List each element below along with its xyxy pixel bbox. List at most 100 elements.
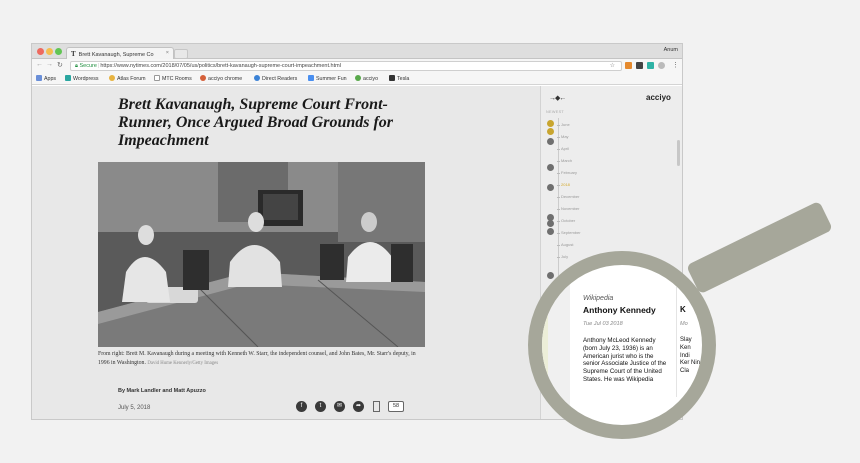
- meeting-photo-illustration: [98, 162, 425, 347]
- newest-label: NEWEST: [546, 110, 565, 114]
- timeline-label[interactable]: August: [561, 242, 573, 247]
- timeline-label[interactable]: June: [561, 122, 570, 127]
- timeline-tick: [557, 125, 560, 126]
- collapse-panel-icon[interactable]: →◆←: [549, 94, 566, 102]
- bookmark-acciyo[interactable]: acciyo: [355, 75, 378, 82]
- tab-close-icon[interactable]: ×: [166, 50, 169, 56]
- forward-icon[interactable]: →: [46, 61, 53, 68]
- timeline-tick: [557, 257, 560, 258]
- timeline-tick: [557, 233, 560, 234]
- nyt-favicon-icon: T: [71, 50, 76, 58]
- photo-credit: David Hume Kennerly/Getty Images: [147, 360, 219, 366]
- bookmark-apps[interactable]: Apps: [36, 75, 56, 82]
- apps-grid-icon: [36, 75, 42, 81]
- timeline-label[interactable]: December: [561, 194, 579, 199]
- timeline-tick: [557, 137, 560, 138]
- bookmark-acciyo-chrome[interactable]: acciyo chrome: [200, 75, 242, 82]
- acciyo-icon: [355, 75, 361, 81]
- globe-icon: [254, 75, 260, 81]
- browser-tab[interactable]: T Brett Kavanaugh, Supreme Co ×: [66, 47, 174, 59]
- extension-layers-icon[interactable]: [636, 62, 643, 69]
- article-byline: By Mark Landler and Matt Apuzzo: [118, 388, 206, 394]
- bookmark-direct-readers[interactable]: Direct Readers: [254, 75, 297, 82]
- timeline-article-dot[interactable]: [547, 128, 554, 135]
- bookmark-wordpress[interactable]: Wordpress: [65, 75, 99, 82]
- tab-title: Brett Kavanaugh, Supreme Co: [78, 52, 154, 58]
- timeline-article-dot[interactable]: [547, 164, 554, 171]
- card-summary: Anthony McLeod Kennedy (born July 23, 19…: [583, 337, 667, 383]
- timeline-label[interactable]: 2018: [561, 182, 570, 187]
- profile-name[interactable]: Anum: [664, 47, 678, 53]
- magnifier-lens: Wikipedia Anthony Kennedy Tue Jul 03 201…: [528, 251, 716, 439]
- acciyo-chrome-icon: [200, 75, 206, 81]
- page-icon: [154, 75, 160, 81]
- card-date: Tue Jul 03 2018: [583, 321, 623, 327]
- timeline-article-dot[interactable]: [547, 220, 554, 227]
- close-window-button[interactable]: [37, 48, 44, 55]
- extension-orange-icon[interactable]: [625, 62, 632, 69]
- photo-caption: From right: Brett M. Kavanaugh during a …: [98, 350, 428, 368]
- back-icon[interactable]: ←: [36, 61, 43, 68]
- bookmark-summer-fun[interactable]: Summer Fun: [308, 75, 347, 82]
- article-page: Brett Kavanaugh, Supreme Court Front-Run…: [32, 86, 540, 419]
- comments-button[interactable]: 58: [388, 401, 404, 412]
- bookmark-tesla[interactable]: Tesla: [389, 75, 409, 82]
- article-headline: Brett Kavanaugh, Supreme Court Front-Run…: [118, 96, 394, 149]
- new-tab-button[interactable]: [174, 49, 188, 59]
- timeline-tick: [557, 209, 560, 210]
- timeline-article-dot[interactable]: [547, 120, 554, 127]
- next-card-title: K: [680, 305, 686, 314]
- timeline-tick: [557, 197, 560, 198]
- extension-circle-icon[interactable]: [658, 62, 665, 69]
- timeline-label[interactable]: October: [561, 218, 575, 223]
- timeline-label[interactable]: September: [561, 230, 581, 235]
- timeline-label[interactable]: July: [561, 254, 568, 259]
- extension-teal-icon[interactable]: [647, 62, 654, 69]
- magnified-view: Wikipedia Anthony Kennedy Tue Jul 03 201…: [542, 265, 702, 425]
- timeline-article-dot[interactable]: [547, 184, 554, 191]
- caption-text: From right: Brett M. Kavanaugh during a …: [98, 351, 416, 366]
- menu-icon[interactable]: ⋮: [672, 61, 679, 69]
- maximize-window-button[interactable]: [55, 48, 62, 55]
- bookmark-atlas-forum[interactable]: Atlas Forum: [109, 75, 146, 82]
- magnifier-handle: [685, 200, 834, 295]
- timeline-label[interactable]: May: [561, 134, 569, 139]
- atlas-icon: [109, 75, 115, 81]
- stage: T Brett Kavanaugh, Supreme Co × Anum ← → …: [0, 0, 860, 463]
- bookmarks-bar: Apps Wordpress Atlas Forum MTC Rooms acc…: [32, 73, 682, 85]
- timeline-label[interactable]: April: [561, 146, 569, 151]
- facebook-icon[interactable]: f: [296, 401, 307, 412]
- address-bar[interactable]: 🔒︎ Secure|https://www.nytimes.com/2018/0…: [70, 61, 622, 71]
- bookmark-star-icon[interactable]: ☆: [610, 62, 615, 69]
- timeline-tick: [557, 245, 560, 246]
- url-text: https://www.nytimes.com/2018/07/05/us/po…: [100, 63, 341, 69]
- tesla-icon: [389, 75, 395, 81]
- timeline-label[interactable]: February: [561, 170, 577, 175]
- article-date: July 5, 2018: [118, 405, 151, 411]
- timeline-label[interactable]: November: [561, 206, 579, 211]
- bookmark-mtc-rooms[interactable]: MTC Rooms: [154, 75, 192, 82]
- panel-scrollbar[interactable]: [677, 140, 680, 166]
- reload-icon[interactable]: ↻: [57, 61, 63, 69]
- toolbar: ← → ↻ 🔒︎ Secure|https://www.nytimes.com/…: [32, 59, 682, 73]
- acciyo-logo: acciyo: [646, 93, 671, 102]
- next-card-date: Mo: [680, 321, 688, 327]
- wordpress-icon: [65, 75, 71, 81]
- article-photo: [98, 162, 425, 347]
- email-icon[interactable]: ✉: [334, 401, 345, 412]
- secure-label: Secure: [79, 63, 97, 69]
- timeline-tick: [557, 173, 560, 174]
- card-source: Wikipedia: [583, 295, 614, 302]
- timeline-tick: [557, 161, 560, 162]
- timeline-article-dot[interactable]: [547, 228, 554, 235]
- card-entity-title[interactable]: Anthony Kennedy: [583, 305, 656, 315]
- minimize-window-button[interactable]: [46, 48, 53, 55]
- next-card-summary: Slay Ken Indi Ker Nin Cla: [680, 337, 701, 375]
- timeline-article-dot[interactable]: [547, 138, 554, 145]
- twitter-icon[interactable]: t: [315, 401, 326, 412]
- timeline-label[interactable]: March: [561, 158, 572, 163]
- save-bookmark-icon[interactable]: [373, 401, 380, 412]
- timeline-tick: [557, 149, 560, 150]
- share-icon[interactable]: ➦: [353, 401, 364, 412]
- timeline-tick: [557, 221, 560, 222]
